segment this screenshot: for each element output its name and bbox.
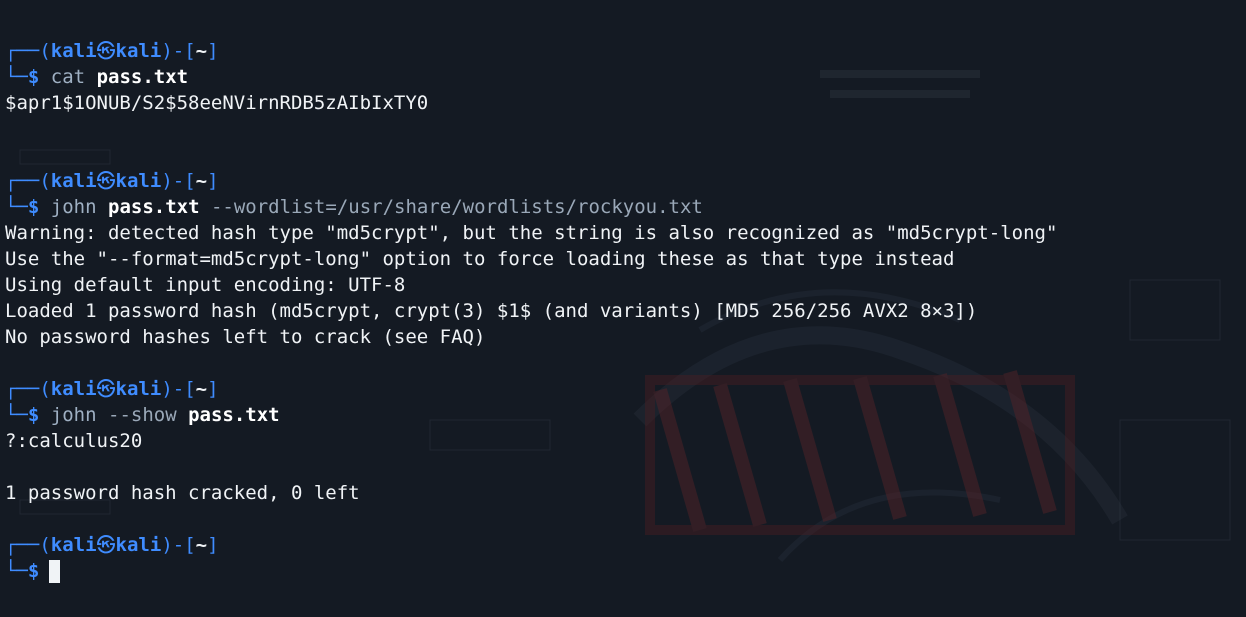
command-line: └─$ cat pass.txt <box>5 66 189 88</box>
prompt-header: ┌──(kali㉿kali)-[~] <box>5 170 219 192</box>
output-line: Warning: detected hash type "md5crypt", … <box>5 222 1058 244</box>
prompt-header: ┌──(kali㉿kali)-[~] <box>5 534 219 556</box>
output-line: No password hashes left to crack (see FA… <box>5 326 486 348</box>
command-arg: pass.txt <box>188 404 280 426</box>
command-name: john <box>50 196 97 218</box>
text-cursor <box>49 560 61 583</box>
output-line: ?:calculus20 <box>5 430 143 452</box>
clipped-line <box>5 0 1241 12</box>
command-arg: pass.txt <box>108 196 200 218</box>
command-option: --wordlist=/usr/share/wordlists/rockyou.… <box>210 196 703 218</box>
output-line: $apr1$1ONUB/S2$58eeNVirnRDB5zAIbIxTY0 <box>5 92 429 114</box>
active-command-line[interactable]: └─$ <box>5 558 1241 584</box>
output-line: Use the "--format=md5crypt-long" option … <box>5 248 955 270</box>
command-name: cat <box>50 66 86 88</box>
command-line: └─$ john pass.txt --wordlist=/usr/share/… <box>5 196 703 218</box>
output-line: Using default input encoding: UTF-8 <box>5 274 406 296</box>
command-option: --show <box>108 404 177 426</box>
command-name: john <box>50 404 97 426</box>
prompt-header: ┌──(kali㉿kali)-[~] <box>5 40 219 62</box>
prompt-header: ┌──(kali㉿kali)-[~] <box>5 378 219 400</box>
command-line: └─$ john --show pass.txt <box>5 404 280 426</box>
terminal[interactable]: ┌──(kali㉿kali)-[~] └─$ cat pass.txt $apr… <box>5 0 1241 584</box>
command-arg: pass.txt <box>96 66 189 88</box>
output-line: 1 password hash cracked, 0 left <box>5 482 360 504</box>
output-line: Loaded 1 password hash (md5crypt, crypt(… <box>5 300 978 322</box>
